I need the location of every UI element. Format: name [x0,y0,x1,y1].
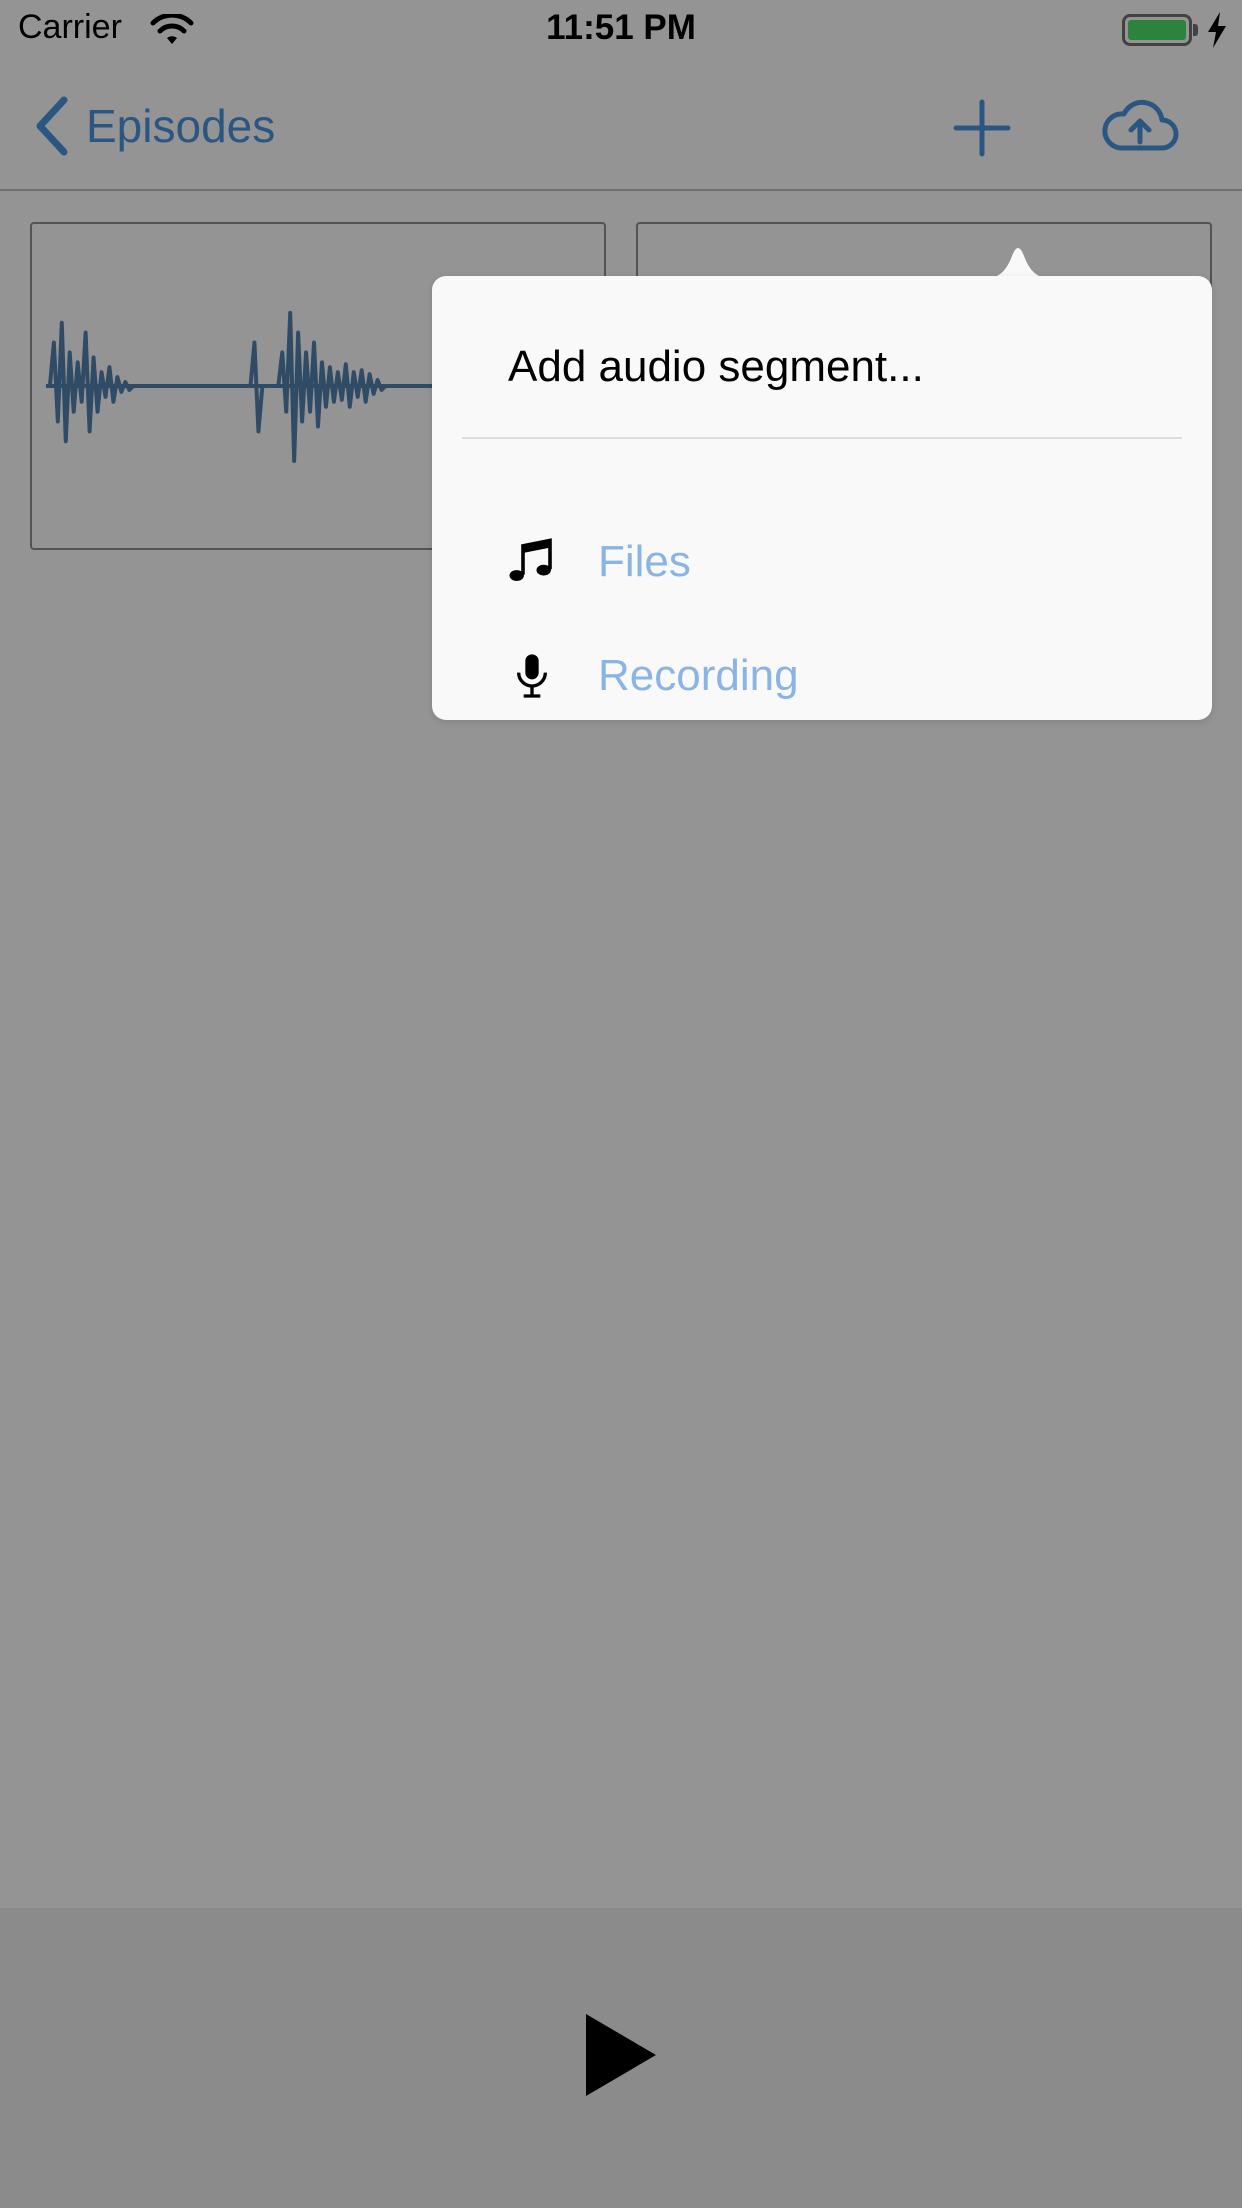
menu-item-label: Recording [598,651,799,700]
popover-title: Add audio segment... [508,342,924,391]
add-segment-popover: Add audio segment... Files Recording [432,276,1212,720]
music-note-icon [509,538,552,581]
menu-item-recording[interactable]: Recording [432,626,1212,726]
microphone-icon [517,654,547,698]
menu-item-label: Files [598,537,691,586]
popover-arrow [988,248,1048,278]
menu-item-files[interactable]: Files [432,512,1212,612]
divider [462,437,1182,439]
